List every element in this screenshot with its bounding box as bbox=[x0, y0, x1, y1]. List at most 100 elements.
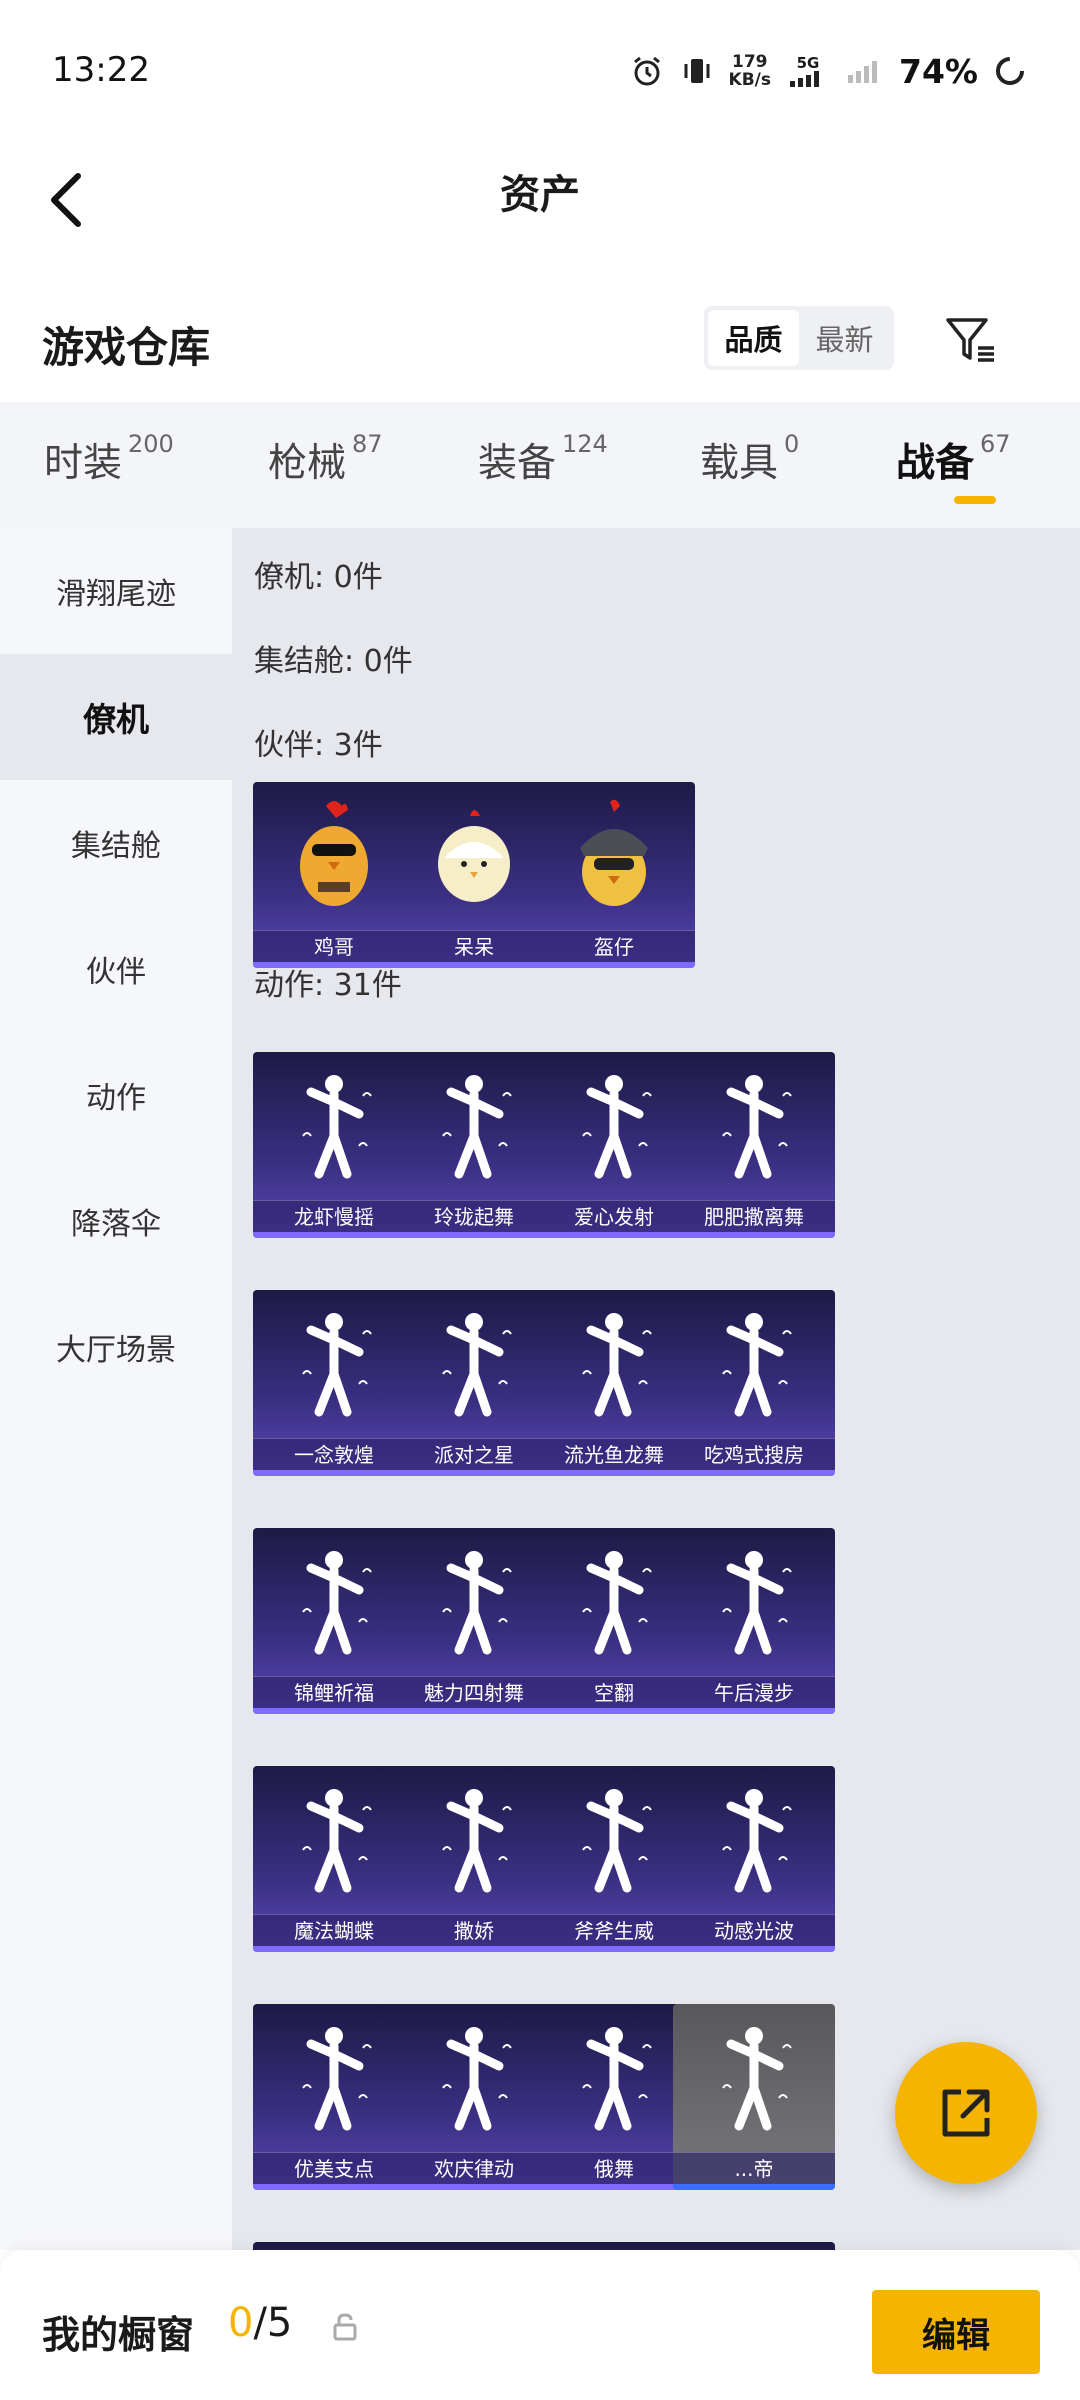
showcase-total: /5 bbox=[253, 2300, 293, 2346]
signal-weak-icon bbox=[845, 53, 885, 89]
chick-white-icon bbox=[393, 782, 555, 930]
edit-button[interactable]: 编辑 bbox=[872, 2290, 1040, 2374]
sidebar-item-glide-trail[interactable]: 滑翔尾迹 bbox=[0, 528, 232, 654]
share-fab-button[interactable] bbox=[895, 2042, 1037, 2184]
card-label: 魅力四射舞 bbox=[393, 1676, 555, 1708]
tab-label: 载具 bbox=[700, 441, 779, 486]
showcase-count: 0/5 bbox=[228, 2300, 292, 2346]
action-card[interactable]: 俄舞 bbox=[533, 2004, 695, 2190]
action-card[interactable]: 魔法蝴蝶 bbox=[253, 1766, 415, 1952]
sidebar-item-wingman[interactable]: 僚机 bbox=[0, 654, 232, 780]
tab-weapons[interactable]: 枪械 87 bbox=[268, 430, 383, 502]
dance-figure-icon bbox=[673, 1052, 835, 1200]
sidebar-item-action[interactable]: 动作 bbox=[0, 1032, 232, 1158]
chevron-left-icon bbox=[51, 173, 81, 227]
card-label: 肥肥撒离舞 bbox=[673, 1200, 835, 1232]
sort-toggle: 品质 最新 bbox=[704, 306, 894, 370]
tab-label: 装备 bbox=[478, 441, 557, 486]
tab-fashion[interactable]: 时装 200 bbox=[44, 430, 174, 502]
sidebar-item-lobby-scene[interactable]: 大厅场景 bbox=[0, 1284, 232, 1410]
tab-count: 87 bbox=[352, 430, 383, 458]
card-label: 欢庆律动 bbox=[393, 2152, 555, 2184]
group-label-pod: 集结舱: 0件 bbox=[254, 644, 413, 679]
status-time: 13:22 bbox=[52, 50, 150, 90]
dance-figure-icon bbox=[393, 2004, 555, 2152]
dance-figure-icon bbox=[253, 1528, 415, 1676]
tab-vehicles[interactable]: 载具 0 bbox=[700, 430, 800, 502]
sidebar-item-partner[interactable]: 伙伴 bbox=[0, 906, 232, 1032]
action-card[interactable]: ...帝 bbox=[673, 2004, 835, 2190]
action-card[interactable]: 爱心发射 bbox=[533, 1052, 695, 1238]
action-card[interactable]: 撒娇 bbox=[393, 1766, 555, 1952]
action-card[interactable]: 魅力四射舞 bbox=[393, 1528, 555, 1714]
status-icons: 179 KB/s 5G 74% bbox=[629, 46, 1028, 96]
action-card[interactable]: 一念敦煌 bbox=[253, 1290, 415, 1476]
status-bar: 13:22 179 KB/s 5G 74% bbox=[0, 0, 1080, 140]
tab-label: 时装 bbox=[44, 441, 123, 486]
sort-option-newest[interactable]: 最新 bbox=[799, 310, 890, 366]
action-card[interactable] bbox=[673, 2242, 835, 2250]
action-card[interactable]: 流光鱼龙舞 bbox=[533, 1290, 695, 1476]
card-label: 鸡哥 bbox=[253, 930, 415, 962]
action-card[interactable]: 动感光波 bbox=[673, 1766, 835, 1952]
action-card[interactable]: 派对之星 bbox=[393, 1290, 555, 1476]
card-label: 魔法蝴蝶 bbox=[253, 1914, 415, 1946]
action-card[interactable]: 斧斧生威 bbox=[533, 1766, 695, 1952]
tab-equipment[interactable]: 装备 124 bbox=[478, 430, 608, 502]
net-speed-unit: KB/s bbox=[728, 70, 771, 90]
section-header: 游戏仓库 品质 最新 bbox=[0, 290, 1080, 402]
sort-option-quality[interactable]: 品质 bbox=[708, 310, 799, 366]
partner-card[interactable]: 呆呆 bbox=[393, 782, 555, 968]
card-label: 撒娇 bbox=[393, 1914, 555, 1946]
card-label: 派对之星 bbox=[393, 1438, 555, 1470]
card-label: 锦鲤祈福 bbox=[253, 1676, 415, 1708]
category-tabs: 时装 200 枪械 87 装备 124 载具 0 战备 67 bbox=[0, 402, 1080, 528]
action-card[interactable]: 锦鲤祈福 bbox=[253, 1528, 415, 1714]
signal-icon: 5G bbox=[785, 53, 831, 89]
partner-card[interactable]: 盔仔 bbox=[533, 782, 695, 968]
sidebar-item-pod[interactable]: 集结舱 bbox=[0, 780, 232, 906]
action-card[interactable]: 肥肥撒离舞 bbox=[673, 1052, 835, 1238]
dance-figure-icon bbox=[253, 1290, 415, 1438]
dance-figure-icon bbox=[393, 1052, 555, 1200]
partner-card[interactable]: 鸡哥 bbox=[253, 782, 415, 968]
network-type: 5G bbox=[796, 54, 820, 72]
group-label-wingman: 僚机: 0件 bbox=[254, 560, 383, 595]
back-button[interactable] bbox=[26, 150, 106, 250]
bottom-bar: 我的橱窗 0/5 编辑 bbox=[0, 2250, 1080, 2400]
tab-count: 0 bbox=[784, 430, 800, 458]
action-card[interactable]: 龙虾慢摇 bbox=[253, 1052, 415, 1238]
card-label: ...帝 bbox=[673, 2152, 835, 2184]
showcase-current: 0 bbox=[228, 2300, 254, 2346]
card-label: 斧斧生威 bbox=[533, 1914, 695, 1946]
action-card[interactable] bbox=[393, 2242, 555, 2250]
dance-figure-icon bbox=[253, 1766, 415, 1914]
lock-icon bbox=[332, 2312, 358, 2342]
card-label: 流光鱼龙舞 bbox=[533, 1438, 695, 1470]
share-external-icon bbox=[942, 2089, 990, 2137]
tab-readiness[interactable]: 战备 67 bbox=[896, 430, 1011, 502]
dance-figure-icon bbox=[533, 1528, 695, 1676]
action-card[interactable]: 优美支点 bbox=[253, 2004, 415, 2190]
vibrate-icon bbox=[679, 53, 715, 89]
sidebar-item-parachute[interactable]: 降落伞 bbox=[0, 1158, 232, 1284]
filter-button[interactable] bbox=[940, 310, 1000, 370]
dance-figure-icon bbox=[533, 1290, 695, 1438]
dance-figure-icon bbox=[533, 1052, 695, 1200]
action-card[interactable]: 空翻 bbox=[533, 1528, 695, 1714]
action-card[interactable]: 午后漫步 bbox=[673, 1528, 835, 1714]
action-card[interactable] bbox=[533, 2242, 695, 2250]
group-label-partner: 伙伴: 3件 bbox=[254, 728, 383, 763]
action-card[interactable]: 吃鸡式搜房 bbox=[673, 1290, 835, 1476]
action-card[interactable]: 玲珑起舞 bbox=[393, 1052, 555, 1238]
action-card[interactable]: 欢庆律动 bbox=[393, 2004, 555, 2190]
battery-percent: 74% bbox=[899, 51, 978, 91]
card-label: 龙虾慢摇 bbox=[253, 1200, 415, 1232]
filter-funnel-icon bbox=[946, 318, 994, 362]
card-label: 盔仔 bbox=[533, 930, 695, 962]
action-card[interactable] bbox=[253, 2242, 415, 2250]
dance-figure-icon bbox=[253, 2004, 415, 2152]
card-label: 动感光波 bbox=[673, 1914, 835, 1946]
card-label: 俄舞 bbox=[533, 2152, 695, 2184]
net-speed-value: 179 bbox=[732, 52, 768, 72]
